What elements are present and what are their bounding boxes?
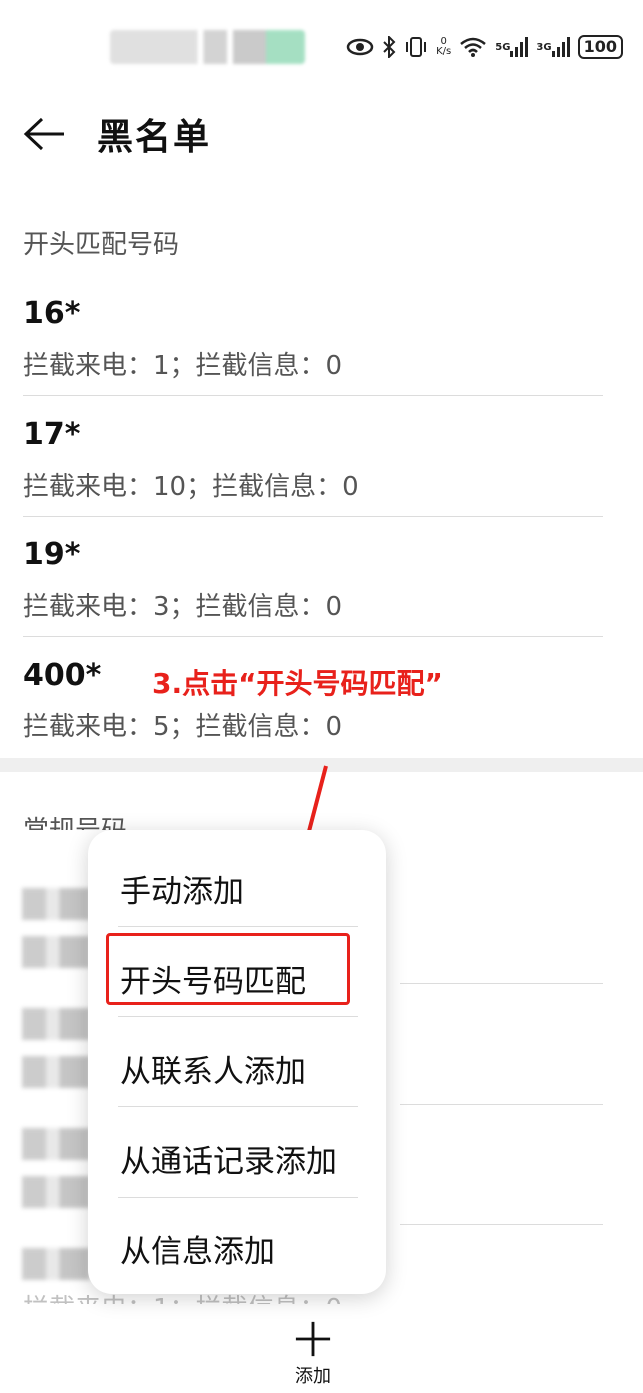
eye-comfort-icon (346, 37, 374, 57)
tutorial-annotation: 3.点击“开头号码匹配” (152, 667, 443, 700)
divider (23, 516, 603, 517)
menu-item-from-call-log[interactable]: 从通话记录添加 (120, 1136, 337, 1181)
signal-5g-icon: 5G (495, 37, 529, 57)
signal-3g-label: 3G (536, 41, 552, 53)
page-title: 黑名单 (97, 117, 212, 158)
list-item-number: 16* (23, 296, 81, 331)
list-item-stats: 拦截来电：10；拦截信息：0 (23, 472, 359, 502)
blurred-number (22, 936, 90, 968)
status-bar: 0 K/s 5G 3G 100 (0, 0, 643, 92)
divider (400, 983, 603, 984)
divider (23, 395, 603, 396)
net-speed-unit: K/s (436, 46, 452, 57)
vibrate-icon (404, 36, 428, 58)
bluetooth-icon (382, 36, 396, 58)
add-button[interactable]: 添加 (283, 1320, 343, 1388)
section-title-regular: 常规号码 (23, 810, 127, 830)
blurred-number (22, 1248, 90, 1280)
list-item-stats: 拦截来电：5；拦截信息：0 (23, 712, 343, 742)
blurred-number (22, 888, 90, 920)
blurred-number (22, 1008, 90, 1040)
divider (23, 636, 603, 637)
divider (400, 1104, 603, 1105)
divider (400, 1224, 603, 1225)
signal-5g-label: 5G (495, 41, 511, 53)
add-options-menu: 手动添加 开头号码匹配 从联系人添加 从通话记录添加 从信息添加 (88, 830, 386, 1294)
list-item-number: 19* (23, 537, 81, 572)
list-item-stats: 拦截来电：1；拦截信息：0 (23, 351, 343, 381)
plus-icon (295, 1321, 331, 1357)
divider (118, 1197, 358, 1198)
menu-item-from-contacts[interactable]: 从联系人添加 (120, 1046, 306, 1091)
add-button-label: 添加 (295, 1366, 331, 1387)
blurred-number (22, 1128, 90, 1160)
tutorial-highlight-box (106, 933, 350, 1005)
network-speed: 0 K/s (436, 37, 451, 57)
blurred-number (22, 1176, 90, 1208)
wifi-icon (459, 36, 487, 58)
status-icons: 0 K/s 5G 3G 100 (346, 30, 623, 64)
divider (118, 1016, 358, 1017)
battery-indicator: 100 (577, 35, 623, 59)
list-item-number: 400* (23, 658, 102, 693)
divider (118, 1106, 358, 1107)
divider (118, 926, 358, 927)
back-arrow-icon[interactable] (22, 116, 66, 152)
menu-item-manual-add[interactable]: 手动添加 (120, 866, 244, 911)
list-item-number: 17* (23, 417, 81, 452)
carrier-info-blurred (110, 30, 305, 64)
list-item-stats: 拦截来电：3；拦截信息：0 (23, 592, 343, 622)
blurred-number (22, 1056, 90, 1088)
menu-item-from-messages[interactable]: 从信息添加 (120, 1226, 275, 1271)
signal-3g-icon: 3G (536, 37, 570, 57)
section-title-prefix: 开头匹配号码 (23, 230, 180, 260)
